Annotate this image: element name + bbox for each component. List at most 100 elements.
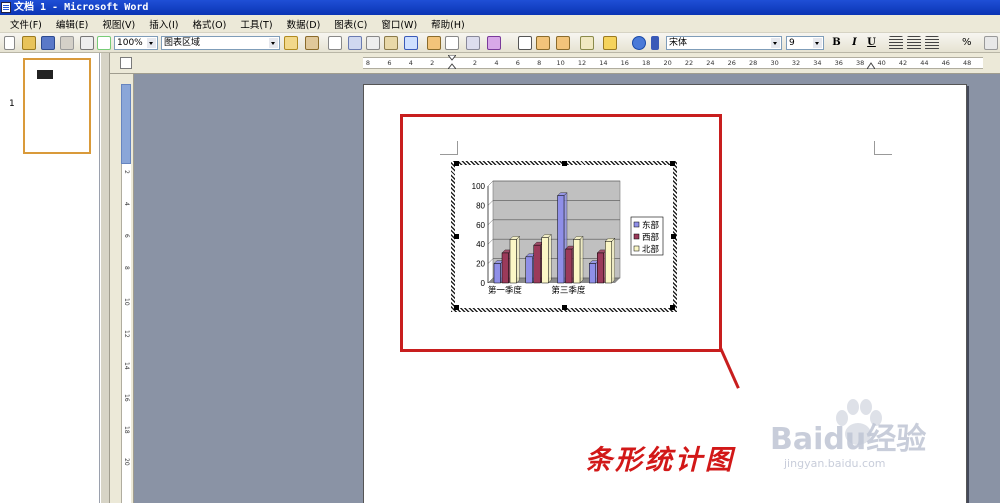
watermark-url: jingyan.baidu.com: [784, 457, 886, 470]
datasheet-toggle-icon[interactable]: [427, 36, 441, 50]
print-preview-icon[interactable]: [97, 36, 111, 50]
by-row-icon[interactable]: [445, 36, 459, 50]
percent-style-button[interactable]: %: [962, 36, 972, 50]
ruler-tick-label: 6: [123, 234, 130, 238]
menu-bar: 文件(F) 编辑(E) 视图(V) 插入(I) 格式(O) 工具(T) 数据(D…: [0, 15, 1000, 33]
bold-button[interactable]: B: [830, 36, 843, 50]
menu-view[interactable]: 视图(V): [102, 17, 135, 31]
chart-objects-select[interactable]: 图表区域: [161, 36, 280, 50]
paste-icon[interactable]: [384, 36, 398, 50]
vertical-ruler-scale[interactable]: 2 4 6 8 10 12 14 16 18 20: [121, 164, 131, 503]
ruler-tick-label: 16: [123, 394, 130, 402]
watermark: Baidu经验 jingyan.baidu.com: [770, 399, 1000, 500]
ruler-tick-label: 48: [963, 59, 972, 67]
chart-type-dropdown-icon[interactable]: [487, 36, 501, 50]
ruler-tick-label: 36: [834, 59, 843, 67]
ruler-tick-label: 44: [920, 59, 929, 67]
menu-data[interactable]: 数据(D): [287, 17, 321, 31]
tab-selector-icon[interactable]: [120, 57, 132, 69]
drawing-icon[interactable]: [580, 36, 594, 50]
ruler-tick-label: 46: [941, 59, 950, 67]
pane-splitter[interactable]: [100, 53, 110, 503]
ruler-tick-label: 28: [749, 59, 758, 67]
thumbnail-page-number: 1: [9, 99, 15, 109]
comma-style-icon[interactable]: [984, 36, 998, 50]
underline-button[interactable]: U: [865, 36, 878, 50]
zoom-select[interactable]: 100%: [114, 36, 158, 50]
ruler-tick-label: 14: [123, 362, 130, 370]
value-axis-gridlines-icon[interactable]: [536, 36, 550, 50]
vertical-ruler-margin[interactable]: [121, 84, 131, 164]
page-thumbnail[interactable]: [23, 58, 91, 154]
ruler-tick-label: 6: [387, 59, 392, 67]
menu-format[interactable]: 格式(O): [192, 17, 226, 31]
font-name-select[interactable]: 宋体: [666, 36, 782, 50]
help-icon[interactable]: [632, 36, 646, 50]
save-icon[interactable]: [41, 36, 55, 50]
align-left-icon[interactable]: [889, 36, 903, 50]
ruler-tick-label: 14: [599, 59, 608, 67]
annotation-callout-box: [400, 114, 722, 352]
print-icon[interactable]: [80, 36, 94, 50]
format-chart-area-icon[interactable]: [284, 36, 298, 50]
toolbar: 100% 图表区域 宋体 9 B I U %: [0, 33, 1000, 53]
ruler-tick-label: 22: [684, 59, 694, 67]
toolbar-options-icon[interactable]: [651, 36, 659, 50]
undo-icon[interactable]: [404, 36, 418, 50]
ruler-tick-label: 8: [537, 59, 542, 67]
ruler-tick-label: 38: [856, 59, 865, 67]
ruler-tick-label: 4: [408, 59, 413, 67]
font-size-select[interactable]: 9: [786, 36, 824, 50]
word-app-icon[interactable]: [1, 2, 11, 13]
ruler-tick-label: 18: [642, 59, 651, 67]
menu-help[interactable]: 帮助(H): [431, 17, 465, 31]
menu-file[interactable]: 文件(F): [10, 17, 42, 31]
ruler-tick-label: 42: [898, 59, 908, 67]
italic-button[interactable]: I: [848, 36, 861, 50]
category-axis-gridlines-icon[interactable]: [518, 36, 532, 50]
menu-insert[interactable]: 插入(I): [149, 17, 178, 31]
copy-icon[interactable]: [366, 36, 380, 50]
ruler-tick-label: 2: [472, 59, 478, 67]
align-center-icon[interactable]: [907, 36, 921, 50]
ruler-tick-label: 24: [706, 59, 715, 67]
window-title: 文档 1 - Microsoft Word: [14, 2, 149, 13]
ruler-tick-label: 26: [727, 59, 736, 67]
ruler-tick-label: 30: [770, 59, 779, 67]
chevron-down-icon[interactable]: [147, 38, 156, 48]
crop-mark-top-right: [874, 141, 892, 155]
menu-window[interactable]: 窗口(W): [381, 17, 417, 31]
open-folder-icon[interactable]: [22, 36, 36, 50]
ruler-tick-label: 10: [123, 298, 130, 306]
ruler-tick-label: 4: [123, 202, 130, 206]
vertical-ruler: 2 4 6 8 10 12 14 16 18 20: [110, 74, 134, 503]
chevron-down-icon[interactable]: [813, 38, 822, 48]
ruler-tick-label: 8: [365, 59, 371, 67]
align-right-icon[interactable]: [925, 36, 939, 50]
menu-chart[interactable]: 图表(C): [334, 17, 367, 31]
ruler-tick-label: 12: [123, 330, 130, 338]
chevron-down-icon[interactable]: [771, 38, 780, 48]
menu-edit[interactable]: 编辑(E): [56, 17, 88, 31]
fill-color-icon[interactable]: [603, 36, 617, 50]
ruler-tick-label: 8: [123, 266, 130, 270]
ruler-tick-label: 32: [791, 59, 801, 67]
horizontal-ruler-scale[interactable]: 8 6 4 2 2 4 6 8 10 12 14 16 18 20 22 24 26 28 30 32 34 36 38 40…: [363, 55, 983, 69]
chevron-down-icon[interactable]: [269, 38, 278, 48]
ruler-tick-label: 10: [556, 59, 565, 67]
ruler-tick-label: 40: [877, 59, 886, 67]
first-line-indent-icon[interactable]: [448, 55, 456, 69]
watermark-brand: Baidu经验: [770, 422, 927, 457]
right-indent-icon[interactable]: [867, 55, 875, 69]
legend-toggle-icon[interactable]: [556, 36, 570, 50]
ruler-tick-label: 12: [577, 59, 587, 67]
menu-tools[interactable]: 工具(T): [240, 17, 272, 31]
cut-icon[interactable]: [348, 36, 362, 50]
permission-icon[interactable]: [60, 36, 74, 50]
new-document-icon[interactable]: [4, 36, 15, 50]
ruler-tick-label: 2: [123, 170, 130, 174]
ruler-tick-label: 34: [813, 59, 822, 67]
chart-type-icon[interactable]: [305, 36, 319, 50]
data-table-icon[interactable]: [466, 36, 480, 50]
legend-icon[interactable]: [328, 36, 342, 50]
